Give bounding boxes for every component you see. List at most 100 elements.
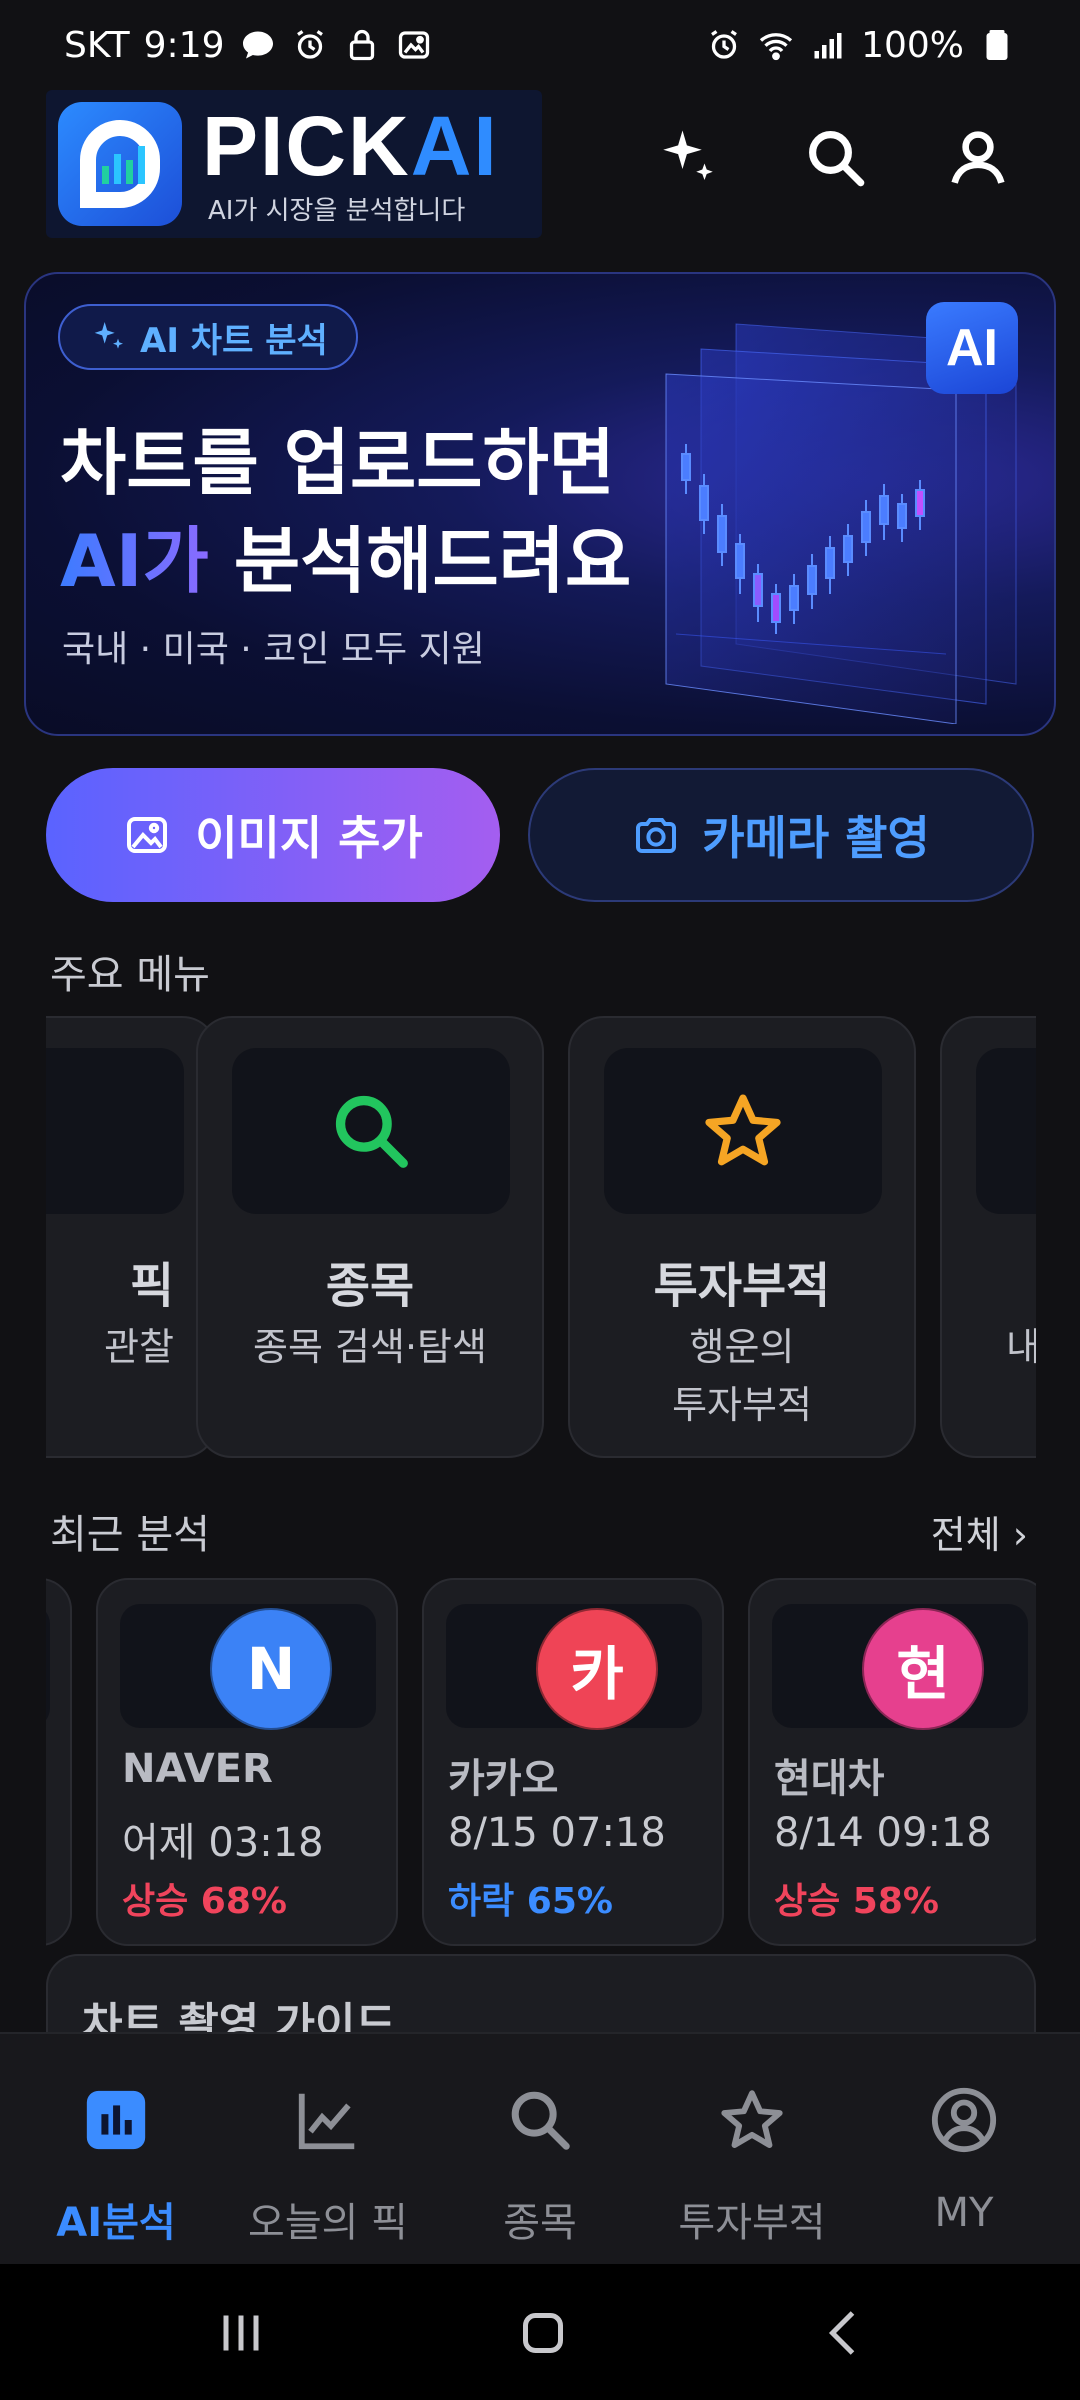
back-button[interactable]	[810, 2298, 880, 2368]
nav-label: MY	[934, 2190, 994, 2236]
star-icon	[705, 1094, 781, 1166]
stock-name: NAVER	[122, 1746, 273, 1792]
stock-name: 카카오	[448, 1756, 559, 1802]
carrier-label: SKT	[64, 24, 130, 66]
menu-card-desc: 종목 검색·탐색	[253, 1325, 487, 1369]
menu-card-stocks[interactable]: 종목 종목 검색·탐색	[196, 1016, 544, 1458]
profile-button[interactable]	[938, 118, 1018, 198]
prediction-result: 상승 58%	[774, 1881, 939, 1922]
status-right: 100%	[705, 25, 1016, 66]
recent-apps-button[interactable]	[206, 2298, 276, 2368]
status-left: SKT 9:19	[64, 25, 433, 66]
camera-icon	[636, 818, 677, 853]
stock-name: 현대차	[774, 1756, 885, 1802]
camera-button[interactable]: 카메라 촬영	[528, 768, 1034, 902]
menu-card-talisman[interactable]: 투자부적 행운의 투자부적	[568, 1016, 916, 1458]
recent-analysis-carousel[interactable]: N NAVER 어제 03:18 상승 68% 카 카카오 8/15 07:18…	[46, 1578, 1036, 1948]
user-icon	[951, 131, 1005, 184]
see-all-link[interactable]: 전체 ›	[931, 1504, 1028, 1559]
sparkle-icon	[94, 322, 123, 349]
ai-badge: AI	[926, 302, 1018, 394]
menu-card-desc: 내	[1006, 1325, 1036, 1369]
avatar: N	[210, 1608, 332, 1730]
menu-card-title: 픽	[129, 1258, 174, 1314]
banner-headline-2: AI가 분석해드려요	[60, 519, 632, 603]
logo-tagline: AI가 시장을 분석합니다	[208, 195, 466, 226]
search-button[interactable]	[796, 118, 876, 198]
banner-tag: AI 차트 분석	[58, 304, 358, 370]
recent-analysis-title: 최근 분석	[50, 1512, 210, 1558]
alarm-icon	[291, 26, 329, 64]
menu-icon-well	[46, 1048, 184, 1214]
nav-today-pick[interactable]: 오늘의 픽	[228, 2034, 428, 2266]
app-header: PICKAI AI가 시장을 분석합니다	[0, 90, 1080, 270]
analysis-time: 8/15 07:18	[448, 1810, 666, 1856]
search-icon	[809, 131, 865, 187]
line-chart-icon	[286, 2078, 370, 2162]
main-menu-title: 주요 메뉴	[50, 952, 210, 998]
nav-label: 오늘의 픽	[248, 2200, 408, 2246]
ai-sparkle-button[interactable]	[648, 118, 728, 198]
logo-wordmark: PICKAI	[202, 98, 499, 193]
menu-card-pick[interactable]: 픽 관찰	[46, 1016, 218, 1458]
home-icon	[523, 2313, 563, 2353]
nav-label: 투자부적	[678, 2200, 826, 2246]
avatar-well: 카	[446, 1604, 702, 1730]
app-logo[interactable]: PICKAI AI가 시장을 분석합니다	[46, 90, 542, 238]
wifi-icon	[757, 26, 795, 64]
nav-ai-analysis[interactable]: AI분석	[16, 2034, 216, 2266]
ai-chart-banner[interactable]: AI 차트 분석 차트를 업로드하면 AI가 분석해드려요 국내 · 미국 · …	[24, 272, 1056, 736]
banner-headline-1: 차트를 업로드하면	[60, 421, 615, 505]
back-icon	[828, 2311, 855, 2355]
nav-talisman[interactable]: 투자부적	[652, 2034, 852, 2266]
bottom-nav: AI분석 오늘의 픽 종목 투자부적 MY	[0, 2032, 1080, 2264]
gallery-icon	[395, 26, 433, 64]
avatar: 카	[536, 1608, 658, 1730]
prediction-result: 상승 68%	[122, 1881, 287, 1922]
recent-apps-icon	[223, 2315, 259, 2351]
nav-my[interactable]: MY	[864, 2034, 1064, 2266]
menu-card-my[interactable]: 내	[940, 1016, 1036, 1458]
banner-subtitle: 국내 · 미국 · 코인 모두 지원	[62, 629, 485, 670]
image-icon	[127, 817, 168, 853]
camera-label: 카메라 촬영	[702, 811, 930, 865]
status-bar: SKT 9:19 100%	[0, 0, 1080, 90]
user-circle-icon	[922, 2078, 1006, 2162]
nav-label: 종목	[503, 2200, 577, 2246]
avatar-well: N	[120, 1604, 376, 1730]
analysis-time: 8/14 09:18	[774, 1810, 992, 1856]
analysis-time: 어제 03:18	[122, 1820, 324, 1866]
recent-card-hyundai[interactable]: 현 현대차 8/14 09:18 상승 58%	[748, 1578, 1036, 1946]
menu-card-title: 종목	[325, 1258, 415, 1314]
alarm-icon	[705, 26, 743, 64]
prediction-result: 하락 65%	[448, 1881, 613, 1922]
avatar-well: 현	[772, 1604, 1028, 1730]
menu-icon-well	[976, 1048, 1036, 1214]
add-image-button[interactable]: 이미지 추가	[46, 768, 500, 902]
battery-icon	[978, 26, 1016, 64]
star-icon	[710, 2078, 794, 2162]
recent-card-naver[interactable]: N NAVER 어제 03:18 상승 68%	[96, 1578, 398, 1946]
add-image-label: 이미지 추가	[195, 811, 423, 865]
pickai-logo-icon	[58, 102, 182, 226]
menu-icon-well	[604, 1048, 882, 1214]
nav-stocks[interactable]: 종목	[440, 2034, 640, 2266]
sparkle-icon	[663, 130, 713, 180]
search-icon	[498, 2078, 582, 2162]
search-icon	[335, 1095, 408, 1168]
chat-bubble-icon	[239, 26, 277, 64]
menu-card-desc: 행운의 투자부적	[672, 1325, 812, 1427]
nav-label: AI분석	[56, 2200, 176, 2246]
recent-card[interactable]	[46, 1578, 72, 1946]
menu-card-title: 투자부적	[653, 1258, 831, 1314]
recent-card-kakao[interactable]: 카 카카오 8/15 07:18 하락 65%	[422, 1578, 724, 1946]
home-button[interactable]	[508, 2298, 578, 2368]
menu-icon-well	[232, 1048, 510, 1214]
main-menu-carousel[interactable]: 픽 관찰 종목 종목 검색·탐색 투자부적 행운의 투자부적 내	[46, 1016, 1036, 1458]
menu-card-desc: 관찰	[104, 1325, 174, 1369]
battery-level: 100%	[861, 24, 964, 66]
avatar: 현	[862, 1608, 984, 1730]
signal-icon	[809, 26, 847, 64]
clock: 9:19	[143, 24, 225, 66]
bar-chart-icon	[74, 2078, 158, 2162]
